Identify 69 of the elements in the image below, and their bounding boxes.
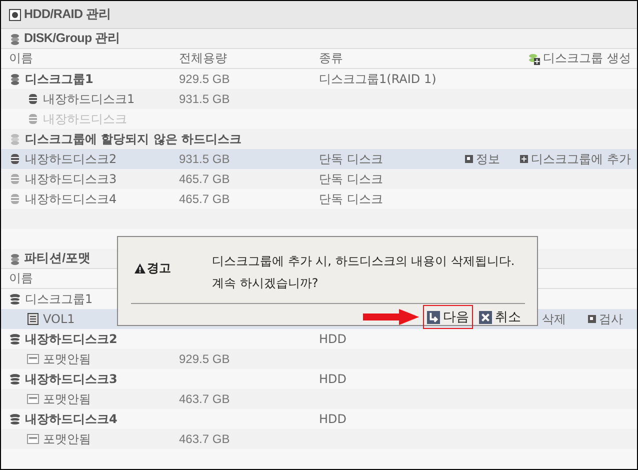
disk-name: 포맷안됨 [43, 430, 91, 448]
disk-stack-icon [9, 252, 21, 264]
warning-label: 경고 [147, 260, 171, 276]
close-icon [479, 310, 492, 324]
next-icon [427, 310, 440, 324]
section-title: DISK/Group 관리 [24, 30, 120, 47]
section-title: 파티션/포맷 [24, 250, 91, 267]
warning-icon [134, 262, 146, 274]
capacity-text: 929.5 GB [179, 72, 230, 86]
delete-button[interactable]: 삭제 [542, 310, 566, 328]
cancel-button[interactable]: 취소 [475, 305, 525, 329]
disk-name: 내장하드디스크4 [25, 190, 117, 208]
info-icon [588, 315, 596, 323]
window-title: HDD/RAID 관리 [24, 6, 112, 23]
type-text: 단독 디스크 [319, 152, 383, 166]
type-text: 단독 디스크 [319, 172, 383, 186]
disk-name: 내장하드디스크1 [43, 90, 135, 108]
disk-name: 내장하드디스크3 [25, 370, 118, 388]
disk-name: 내장하드디스크4 [25, 410, 118, 428]
capacity-text: 929.5 GB [179, 352, 230, 366]
info-icon [465, 155, 474, 163]
disk-plus-icon [528, 52, 540, 64]
volume-icon [27, 313, 39, 325]
create-group-button[interactable]: 디스크그룹 생성 [528, 50, 631, 67]
type-text: HDD [319, 332, 347, 346]
disk-stack-icon [9, 333, 21, 345]
disk-row[interactable]: 내장하드디스크2 931.5 GB 단독 디스크 정보 디스크그룹에 추가 [1, 149, 637, 169]
capacity-text: 931.5 GB [179, 152, 230, 166]
plus-icon [520, 155, 528, 163]
disk-name: 디스크그룹1 [25, 70, 94, 88]
disk-name: 디스크그룹에 할당되지 않은 하드디스크 [25, 130, 242, 148]
disk-stack-icon [9, 413, 21, 425]
type-text: HDD [319, 412, 347, 426]
type-text: 단독 디스크 [319, 192, 383, 206]
disk-name: 내장하드디스크3 [25, 170, 117, 188]
disk-stack-icon [9, 293, 21, 305]
partition-icon [27, 353, 39, 365]
partition-icon [27, 433, 39, 445]
add-to-group-button[interactable]: 디스크그룹에 추가 [520, 150, 631, 168]
check-button[interactable]: 검사 [588, 310, 623, 328]
annotation-arrow [363, 309, 419, 325]
capacity-text: 463.7 GB [179, 392, 230, 406]
type-text: HDD [319, 372, 347, 386]
disk-row[interactable]: 내장하드디스크3 465.7 GB 단독 디스크 [1, 169, 637, 189]
next-button[interactable]: 다음 [423, 305, 473, 329]
disk-stack-icon [9, 373, 21, 385]
disk-name: 내장하드디스크 [43, 110, 127, 128]
column-header: 이름 [9, 50, 34, 67]
disk-name: VOL1 [43, 312, 75, 326]
type-text: 디스크그룹1(RAID 1) [319, 72, 436, 86]
capacity-text: 463.7 GB [179, 432, 230, 446]
capacity-text: 931.5 GB [179, 92, 230, 106]
column-header: 이름 [9, 270, 34, 287]
disk-icon [9, 8, 21, 20]
capacity-text: 465.7 GB [179, 192, 230, 206]
disk-name: 내장하드디스크2 [25, 330, 118, 348]
disk-name: 포맷안됨 [43, 390, 91, 408]
disk-name: 디스크그룹1 [25, 290, 93, 308]
warning-message: 디스크그룹에 추가 시, 하드디스크의 내용이 삭제됩니다. 계속 하시겠습니까? [212, 253, 515, 292]
disk-stack-icon [9, 133, 21, 145]
column-header: 종류 [319, 50, 344, 67]
disk-name: 내장하드디스크2 [25, 150, 117, 168]
disk-stack-icon [9, 32, 21, 44]
partition-icon [27, 393, 39, 405]
column-header: 전체용량 [179, 50, 228, 67]
capacity-text: 465.7 GB [179, 172, 230, 186]
disk-name: 포맷안됨 [43, 350, 91, 368]
info-button[interactable]: 정보 [465, 150, 500, 168]
disk-stack-icon [9, 73, 21, 85]
